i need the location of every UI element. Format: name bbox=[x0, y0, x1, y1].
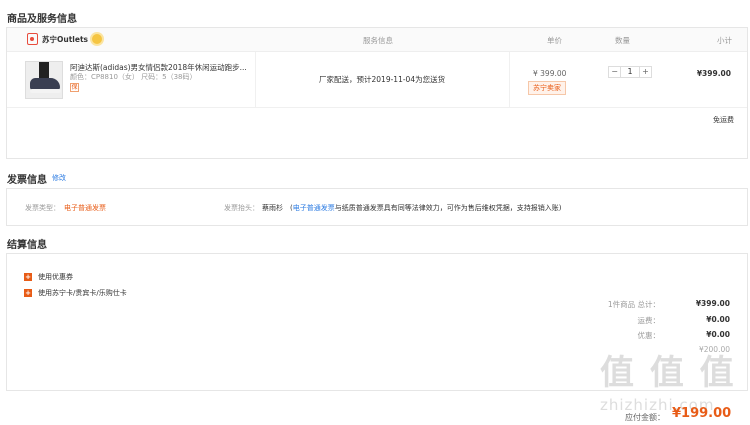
store-name: 苏宁Outlets bbox=[42, 34, 89, 44]
store-header[interactable]: 苏宁Outlets bbox=[27, 33, 103, 45]
amount-due-label: 应付金额： bbox=[625, 413, 665, 422]
delivery-info: 厂家配送，预计2019-11-04为您送货 bbox=[319, 75, 446, 84]
invoice-note: (电子普通发票与纸质普通发票具有同等法律效力，可作为售后维权凭据，支持报销入账) bbox=[290, 203, 561, 213]
goods-section-title: 商品及服务信息 bbox=[7, 14, 77, 25]
plus-icon: + bbox=[24, 289, 32, 297]
use-coupon-option[interactable]: + 使用优惠券 bbox=[24, 272, 73, 282]
invoice-header-label: 发票抬头： bbox=[224, 204, 259, 212]
sun-badge-icon bbox=[92, 34, 103, 44]
col-service: 服务信息 bbox=[363, 36, 393, 45]
invoice-type-label: 发票类型： bbox=[25, 204, 60, 212]
seller-tag: 苏宁卖家 bbox=[528, 81, 566, 95]
goods-table: 苏宁Outlets 服务信息 单价 数量 小计 阿迪达斯(adidas)男女情侣… bbox=[6, 27, 748, 159]
settlement-section-title: 结算信息 bbox=[7, 240, 47, 251]
qty-input[interactable]: 1 bbox=[620, 67, 640, 77]
invoice-edit-link[interactable]: 修改 bbox=[52, 173, 66, 183]
qty-minus-button[interactable]: − bbox=[609, 67, 620, 77]
use-coupon-label: 使用优惠券 bbox=[38, 273, 73, 281]
quantity-stepper: − 1 + bbox=[608, 66, 652, 78]
invoice-type-value: 电子普通发票 bbox=[64, 204, 106, 212]
watermark-logo: 值 值 值 bbox=[600, 353, 736, 393]
product-spec: 颜色：CP8810（女） 尺码：5（38码） bbox=[70, 73, 197, 81]
shipping-fee: 免运费 bbox=[713, 116, 734, 124]
summary-discount-label: 优惠： bbox=[637, 331, 661, 340]
invoice-header-value: 蔡雨杉 bbox=[262, 204, 283, 212]
summary-total-value: ¥399.00 bbox=[695, 299, 730, 308]
invoice-note-link[interactable]: 电子普通发票 bbox=[293, 204, 335, 212]
use-card-label: 使用苏宁卡/贵宾卡/乐购仕卡 bbox=[38, 289, 127, 297]
col-price: 单价 bbox=[547, 36, 562, 45]
invoice-section-title: 发票信息 bbox=[7, 175, 47, 186]
col-quantity: 数量 bbox=[615, 36, 630, 45]
summary-shipping-label: 运费： bbox=[637, 316, 661, 325]
plus-icon: + bbox=[24, 273, 32, 281]
invoice-note-text: 与纸质普通发票具有同等法律效力，可作为售后维权凭据，支持报销入账) bbox=[334, 204, 562, 212]
guarantee-icon: 保 bbox=[70, 83, 79, 92]
goods-table-header: 苏宁Outlets 服务信息 单价 数量 小计 bbox=[7, 28, 747, 52]
unit-price: ¥ 399.00 bbox=[533, 69, 567, 78]
qty-plus-button[interactable]: + bbox=[640, 67, 651, 77]
goods-row: 阿迪达斯(adidas)男女情侣款2018年休闲运动跑步... 颜色：CP881… bbox=[7, 52, 747, 108]
summary-shipping-value: ¥0.00 bbox=[706, 315, 730, 324]
amount-due-value: ¥199.00 bbox=[672, 406, 732, 421]
summary-total-label: 1件商品 总计： bbox=[607, 300, 660, 309]
use-card-option[interactable]: + 使用苏宁卡/贵宾卡/乐购仕卡 bbox=[24, 288, 127, 298]
product-thumbnail[interactable] bbox=[25, 61, 63, 99]
summary-discount-value: ¥0.00 bbox=[706, 330, 730, 339]
col-subtotal: 小计 bbox=[717, 36, 732, 45]
item-subtotal: ¥399.00 bbox=[696, 69, 731, 78]
store-icon bbox=[27, 33, 38, 45]
